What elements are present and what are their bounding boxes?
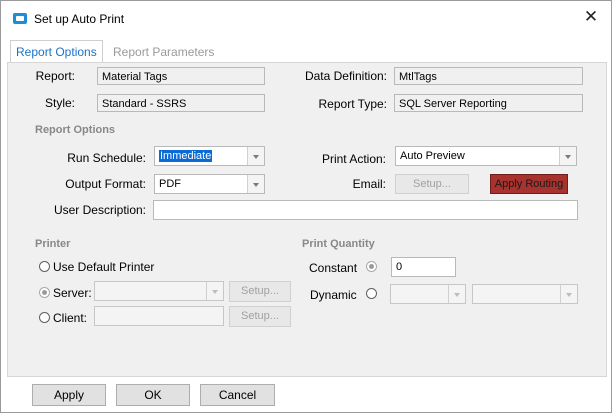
style-label: Style: bbox=[44, 96, 75, 110]
report-options-section-label: Report Options bbox=[35, 124, 116, 136]
print-action-label: Print Action: bbox=[321, 152, 386, 166]
print-quantity-section-label: Print Quantity bbox=[302, 238, 375, 250]
run-schedule-label: Run Schedule: bbox=[67, 151, 146, 165]
data-definition-label: Data Definition: bbox=[304, 69, 387, 83]
run-schedule-value: Immediate bbox=[159, 150, 213, 162]
chevron-down-icon bbox=[206, 282, 223, 300]
ok-button[interactable]: OK bbox=[116, 384, 190, 406]
report-type-label: Report Type: bbox=[318, 97, 387, 111]
dynamic-value-dropdown[interactable] bbox=[472, 284, 578, 304]
tab-report-options[interactable]: Report Options bbox=[10, 40, 103, 63]
server-label: Server: bbox=[53, 286, 92, 300]
output-format-value: PDF bbox=[159, 178, 181, 190]
dynamic-field-dropdown[interactable] bbox=[390, 284, 466, 304]
use-default-printer-radio[interactable] bbox=[39, 261, 50, 272]
app-icon bbox=[13, 13, 27, 24]
dialog-title: Set up Auto Print bbox=[34, 12, 125, 26]
email-label: Email: bbox=[352, 177, 386, 191]
print-action-value: Auto Preview bbox=[400, 150, 465, 162]
style-field: Standard - SSRS bbox=[97, 94, 265, 112]
server-radio[interactable] bbox=[39, 287, 50, 298]
print-action-dropdown[interactable]: Auto Preview bbox=[395, 146, 577, 166]
chevron-down-icon bbox=[247, 147, 264, 165]
constant-label: Constant bbox=[309, 261, 358, 275]
client-radio[interactable] bbox=[39, 312, 50, 323]
client-setup-button[interactable]: Setup... bbox=[229, 306, 291, 327]
constant-radio[interactable] bbox=[366, 261, 377, 272]
data-definition-field: MtlTags bbox=[394, 67, 583, 85]
constant-quantity-input[interactable]: 0 bbox=[391, 257, 456, 277]
client-label: Client: bbox=[53, 311, 88, 325]
chevron-down-icon bbox=[448, 285, 465, 303]
report-label: Report: bbox=[35, 69, 75, 83]
email-setup-button[interactable]: Setup... bbox=[395, 174, 469, 194]
server-dropdown[interactable] bbox=[94, 281, 224, 301]
close-icon[interactable]: ✕ bbox=[583, 7, 599, 27]
apply-button[interactable]: Apply bbox=[32, 384, 106, 406]
report-field: Material Tags bbox=[97, 67, 265, 85]
server-setup-button[interactable]: Setup... bbox=[229, 281, 291, 302]
chevron-down-icon bbox=[247, 175, 264, 193]
user-description-label: User Description: bbox=[53, 203, 146, 217]
output-format-dropdown[interactable]: PDF bbox=[154, 174, 265, 194]
dynamic-radio[interactable] bbox=[366, 288, 377, 299]
use-default-printer-label: Use Default Printer bbox=[53, 260, 155, 274]
printer-section-label: Printer bbox=[35, 238, 71, 250]
cancel-button[interactable]: Cancel bbox=[200, 384, 275, 406]
dynamic-label: Dynamic bbox=[310, 288, 357, 302]
chevron-down-icon bbox=[559, 147, 576, 165]
chevron-down-icon bbox=[560, 285, 577, 303]
apply-routing-button[interactable]: Apply Routing bbox=[490, 174, 568, 194]
output-format-label: Output Format: bbox=[65, 177, 146, 191]
client-field[interactable] bbox=[94, 306, 224, 326]
report-type-field: SQL Server Reporting bbox=[394, 94, 583, 112]
tab-report-parameters[interactable]: Report Parameters bbox=[113, 41, 214, 63]
user-description-input[interactable] bbox=[153, 200, 578, 220]
run-schedule-dropdown[interactable]: Immediate bbox=[154, 146, 265, 166]
